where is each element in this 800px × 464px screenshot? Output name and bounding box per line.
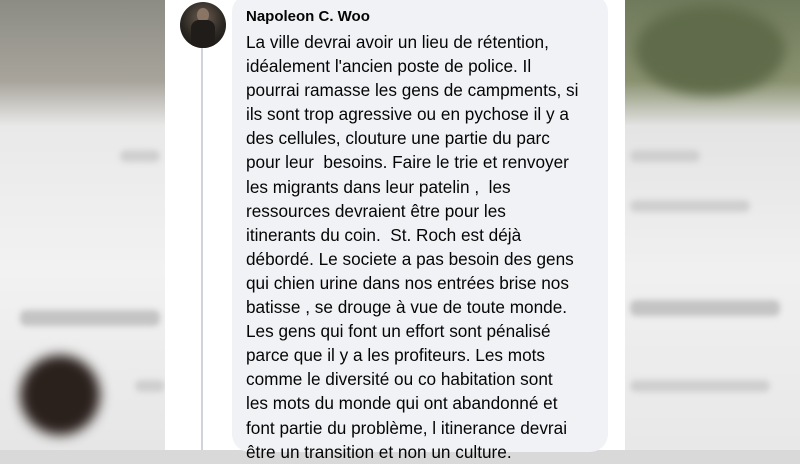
blurred-text [630,300,780,316]
comment-text-line: font partie du problème, l itinerance de… [246,417,568,438]
comment-text-line: batisse , se drouge à vue de toute monde… [246,297,568,318]
comment-text: La ville devrai avoir un lieu de rétenti… [246,30,606,464]
comment-text-line: ressources devraient être pour les [246,200,506,221]
blurred-background-right [625,0,800,450]
blurred-text [630,150,700,162]
comment-text-line: pourrai ramasse les gens de campments, s… [246,80,579,101]
author-avatar[interactable] [180,2,226,48]
comment-text-line: qui chien urine dans nos entrées brise n… [246,272,569,293]
avatar-body-shape [191,20,215,48]
blurred-avatar [20,355,100,435]
comment-text-line: les mots du monde qui ont abandonné et [246,393,558,414]
blurred-text [135,380,165,392]
comment-text-line: des cellules, clouture une partie du par… [246,128,550,149]
comment-text-line: comme le diversité ou co habitation sont [246,369,553,390]
comment-text-line: les migrants dans leur patelin , les [246,176,511,197]
blurred-text [120,150,160,162]
comment-bubble: Napoleon C. Woo La ville devrai avoir un… [232,0,608,462]
comment-text-line: itinerants du coin. St. Roch est déjà [246,224,522,245]
comment-text-line: Les gens qui font un effort sont pénalis… [246,321,551,342]
comment-text-line: ils sont trop agressive ou en pychose il… [246,104,569,125]
comment-text-line: parce que il y a les profiteurs. Les mot… [246,345,546,366]
blurred-text [20,310,160,326]
comment-text-line: débordé. Le societe a pas besoin des gen… [246,248,574,269]
blurred-photo [635,5,785,95]
comment-card: Napoleon C. Woo La ville devrai avoir un… [165,0,625,462]
comment-author-name[interactable]: Napoleon C. Woo [246,8,370,25]
blurred-background-left [0,0,165,450]
blurred-text [630,380,770,392]
comment-text-line: idéalement l'ancien poste de police. Il [246,56,532,77]
comment-text-line: pour leur besoins. Faire le trie et renv… [246,152,569,173]
comment-text-line: La ville devrai avoir un lieu de rétenti… [246,32,549,52]
reply-thread-line [201,48,203,450]
comment-text-line: être un transition et non un culture. [246,441,512,462]
blurred-text [630,200,750,212]
